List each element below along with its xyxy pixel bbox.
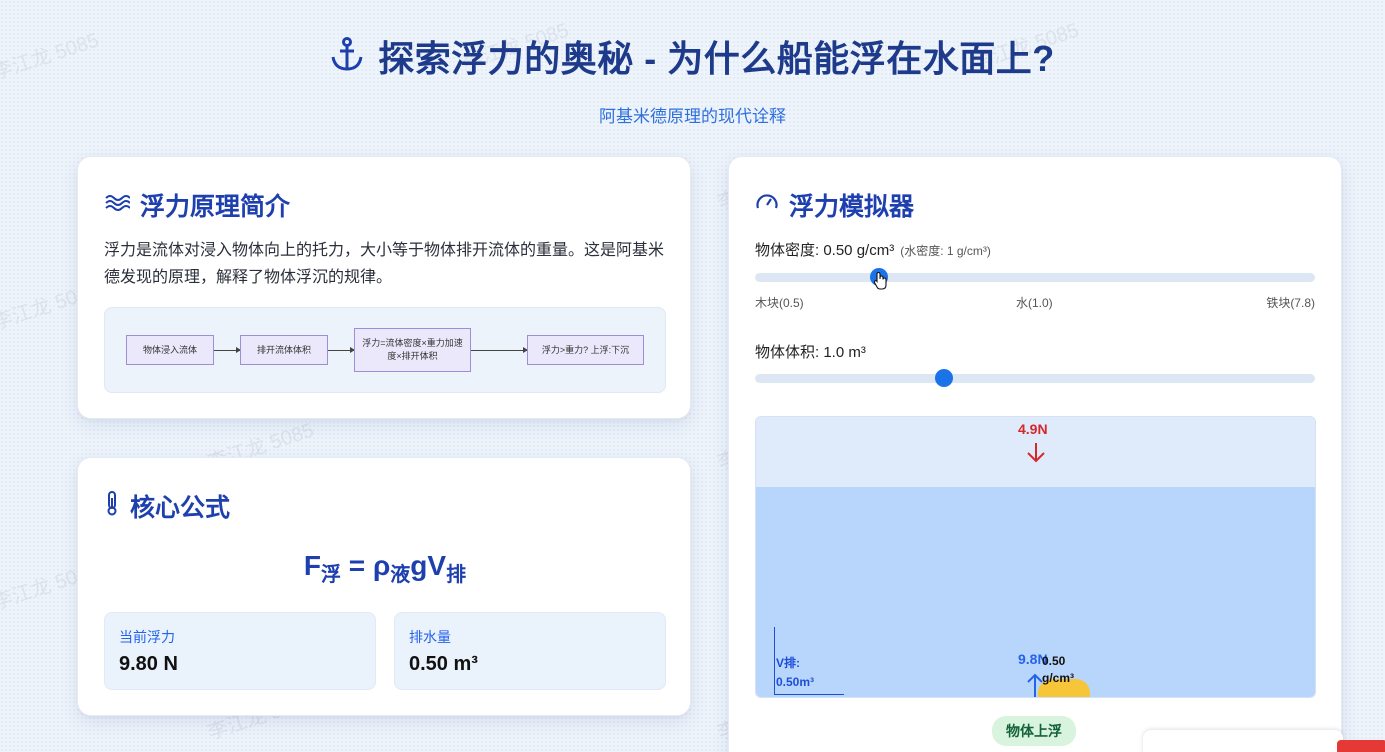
flow-node-displace: 排开流体体积 bbox=[240, 335, 328, 365]
record-button[interactable] bbox=[1337, 740, 1385, 752]
water-density-note: (水密度: 1 g/cm³) bbox=[900, 244, 991, 258]
density-label: 物体密度: 0.50 g/cm³ (水密度: 1 g/cm³) bbox=[755, 242, 991, 259]
page-title: 探索浮力的奥秘 - 为什么船能浮在水面上? bbox=[378, 38, 1055, 79]
anchor-icon bbox=[330, 36, 364, 77]
flow-arrow bbox=[214, 347, 241, 353]
thermometer-icon bbox=[104, 490, 120, 523]
buoyancy-tank: 4.9N V排: 0.50m³ 9.8N 0.50 g/cm³ bbox=[755, 416, 1316, 698]
density-slider[interactable] bbox=[755, 268, 1315, 286]
hand-cursor-icon bbox=[873, 272, 887, 290]
status-badge: 物体上浮 bbox=[992, 716, 1076, 746]
principle-flowchart: 物体浸入流体 排开流体体积 浮力=流体密度×重力加速度×排开体积 浮力>重力? … bbox=[104, 307, 666, 393]
current-buoyancy-stat: 当前浮力 9.80 N bbox=[104, 612, 376, 690]
tick-wood: 木块(0.5) bbox=[755, 296, 804, 310]
current-buoyancy-label: 当前浮力 bbox=[119, 629, 175, 645]
gravity-force-label: 4.9N bbox=[1018, 421, 1048, 437]
gauge-icon bbox=[755, 191, 779, 220]
intro-card: 浮力原理简介 浮力是流体对浸入物体向上的托力，大小等于物体排开流体的重量。这是阿… bbox=[77, 156, 691, 419]
simulator-card-title: 浮力模拟器 bbox=[755, 187, 914, 223]
formula-card-title: 核心公式 bbox=[104, 488, 230, 524]
block-density-label: 0.50 g/cm³ bbox=[1042, 654, 1075, 685]
arrow-down-icon bbox=[1027, 443, 1045, 463]
tick-water: 水(1.0) bbox=[1016, 296, 1053, 310]
flow-arrow bbox=[471, 347, 528, 353]
formula-card: 核心公式 F浮 = ρ液gV排 当前浮力 9.80 N 排水量 0.50 m³ bbox=[77, 457, 691, 716]
intro-title-text: 浮力原理简介 bbox=[140, 193, 291, 221]
buoyancy-formula: F浮 = ρ液gV排 bbox=[303, 550, 467, 586]
volume-slider[interactable] bbox=[755, 369, 1315, 387]
displacement-stat: 排水量 0.50 m³ bbox=[394, 612, 666, 690]
volume-label: 物体体积: 1.0 m³ bbox=[755, 344, 866, 361]
current-buoyancy-value: 9.80 N bbox=[119, 653, 178, 675]
flow-node-formula: 浮力=流体密度×重力加速度×排开体积 bbox=[354, 328, 471, 372]
waves-icon bbox=[104, 191, 131, 220]
displacement-axis-vertical bbox=[774, 627, 775, 695]
simulator-title-text: 浮力模拟器 bbox=[789, 193, 915, 221]
displacement-axis-horizontal bbox=[774, 694, 844, 695]
flow-node-immerse: 物体浸入流体 bbox=[126, 335, 214, 365]
simulator-card: 浮力模拟器 物体密度: 0.50 g/cm³ (水密度: 1 g/cm³) 木块(… bbox=[728, 156, 1342, 752]
volume-slider-thumb[interactable] bbox=[935, 369, 953, 387]
displacement-readout: V排: 0.50m³ bbox=[776, 656, 815, 689]
tick-iron: 铁块(7.8) bbox=[1266, 296, 1315, 310]
displacement-label: 排水量 bbox=[409, 629, 451, 645]
flow-node-decision: 浮力>重力? 上浮:下沉 bbox=[527, 335, 644, 365]
formula-title-text: 核心公式 bbox=[130, 494, 231, 522]
flow-arrow bbox=[328, 347, 355, 353]
media-player-bar[interactable] bbox=[1143, 730, 1343, 752]
page-subtitle: 阿基米德原理的现代诠释 bbox=[599, 107, 786, 126]
intro-description: 浮力是流体对浸入物体向上的托力，大小等于物体排开流体的重量。这是阿基米德发现的原… bbox=[104, 242, 665, 286]
intro-card-title: 浮力原理简介 bbox=[104, 187, 290, 223]
displacement-value: 0.50 m³ bbox=[409, 653, 478, 675]
page-header: 探索浮力的奥秘 - 为什么船能浮在水面上? 阿基米德原理的现代诠释 bbox=[0, 30, 1385, 127]
